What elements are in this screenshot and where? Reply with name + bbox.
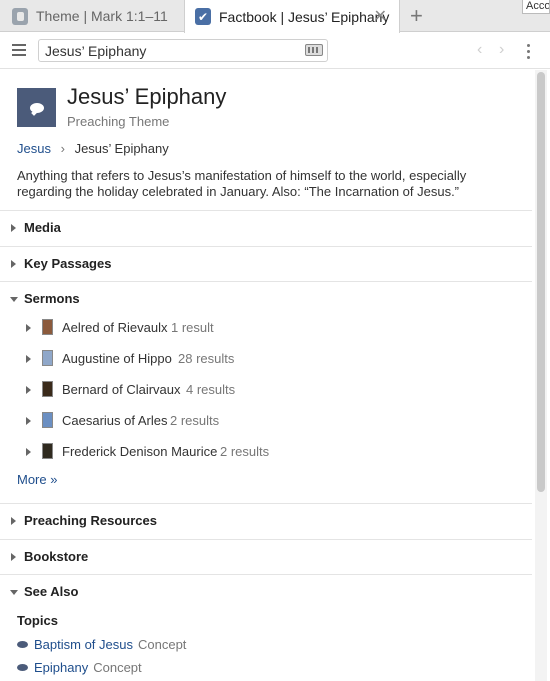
sermon-author[interactable]: Augustine of Hippo — [62, 351, 172, 366]
sermon-author[interactable]: Aelred of Rievaulx — [62, 320, 168, 335]
back-arrow-icon[interactable]: ‹ — [477, 41, 482, 59]
tab-label: Factbook | Jesus’ Epiphany — [219, 8, 390, 25]
section-media[interactable]: Media — [0, 210, 532, 245]
topic-link[interactable]: Baptism of Jesus — [34, 637, 133, 652]
expand-icon[interactable] — [26, 386, 31, 394]
section-label: See Also — [24, 584, 79, 599]
section-bookstore[interactable]: Bookstore — [0, 539, 532, 574]
expand-icon — [11, 517, 16, 525]
breadcrumb-current: Jesus’ Epiphany — [74, 141, 169, 156]
search-input[interactable] — [38, 39, 328, 62]
tab-label: Theme | Mark 1:1–11 — [36, 8, 168, 24]
topic-kind: Concept — [138, 637, 187, 652]
section-preaching-resources[interactable]: Preaching Resources — [0, 503, 532, 538]
expand-icon — [11, 260, 16, 268]
section-see-also[interactable]: See Also — [0, 574, 532, 609]
topic-item: Epiphany Concept — [17, 660, 142, 675]
breadcrumb-separator: › — [60, 141, 65, 156]
sermon-count: 1 result — [171, 320, 214, 335]
breadcrumb: Jesus › Jesus’ Epiphany — [17, 141, 169, 156]
theme-icon — [12, 7, 28, 25]
author-portrait-icon — [42, 319, 53, 335]
expand-icon[interactable] — [26, 417, 31, 425]
sermon-row[interactable]: Augustine of Hippo 28 results — [0, 344, 532, 375]
author-portrait-icon — [42, 350, 53, 366]
section-label: Preaching Resources — [24, 513, 157, 528]
sermon-row[interactable]: Aelred of Rievaulx 1 result — [0, 313, 532, 344]
topic-link[interactable]: Epiphany — [34, 660, 88, 675]
expand-icon[interactable] — [26, 448, 31, 456]
speech-bubble-icon — [17, 664, 28, 671]
expand-icon[interactable] — [26, 355, 31, 363]
section-sermons[interactable]: Sermons — [0, 281, 532, 316]
sermon-row[interactable]: Caesarius of Arles 2 results — [0, 406, 532, 437]
tab-bar: Theme | Mark 1:1–11 ✔ Factbook | Jesus’ … — [0, 0, 550, 33]
account-button[interactable]: Acco — [522, 0, 550, 14]
author-portrait-icon — [42, 381, 53, 397]
section-key-passages[interactable]: Key Passages — [0, 246, 532, 281]
sermon-author[interactable]: Frederick Denison Maurice — [62, 444, 217, 459]
sermon-row[interactable]: Frederick Denison Maurice 2 results — [0, 437, 532, 468]
more-sermons-link[interactable]: More » — [17, 472, 57, 487]
tab-theme[interactable]: Theme | Mark 1:1–11 — [0, 0, 184, 32]
topic-kind: Concept — [93, 660, 142, 675]
forward-arrow-icon[interactable]: › — [499, 41, 504, 59]
menu-icon[interactable] — [12, 44, 26, 56]
speech-bubble-icon — [17, 88, 56, 127]
sermon-row[interactable]: Bernard of Clairvaux 4 results — [0, 375, 532, 406]
collapse-icon — [10, 590, 18, 595]
section-label: Key Passages — [24, 256, 112, 271]
sermon-count: 28 results — [178, 351, 235, 366]
sermon-author[interactable]: Bernard of Clairvaux — [62, 382, 181, 397]
sermon-author[interactable]: Caesarius of Arles — [62, 413, 168, 428]
expand-icon — [11, 224, 16, 232]
checkbox-icon: ✔ — [195, 8, 211, 25]
speech-bubble-icon — [17, 641, 28, 648]
factbook-content: Jesus’ Epiphany Preaching Theme Jesus › … — [0, 70, 532, 681]
toolbar — [0, 33, 550, 69]
section-label: Bookstore — [24, 549, 89, 564]
author-portrait-icon — [42, 412, 53, 428]
page-subtitle: Preaching Theme — [67, 114, 170, 129]
expand-icon — [11, 553, 16, 561]
sermon-count: 2 results — [220, 444, 270, 459]
page-title: Jesus’ Epiphany — [67, 84, 227, 109]
topic-item: Baptism of Jesus Concept — [17, 637, 186, 652]
breadcrumb-link-jesus[interactable]: Jesus — [17, 141, 51, 156]
more-options-icon[interactable] — [527, 44, 531, 62]
add-tab-icon[interactable]: + — [410, 3, 423, 29]
author-portrait-icon — [42, 443, 53, 459]
collapse-icon — [10, 297, 18, 302]
tab-factbook[interactable]: ✔ Factbook | Jesus’ Epiphany ✕ — [184, 0, 400, 33]
sermon-count: 4 results — [186, 382, 236, 397]
close-icon[interactable]: ✕ — [374, 6, 387, 26]
sermon-count: 2 results — [170, 413, 220, 428]
keyboard-icon[interactable] — [305, 44, 323, 56]
section-label: Sermons — [24, 291, 80, 306]
expand-icon[interactable] — [26, 324, 31, 332]
scrollbar-thumb[interactable] — [537, 72, 545, 492]
section-label: Media — [24, 220, 61, 235]
description: Anything that refers to Jesus’s manifest… — [17, 168, 467, 199]
topics-heading: Topics — [17, 613, 58, 628]
